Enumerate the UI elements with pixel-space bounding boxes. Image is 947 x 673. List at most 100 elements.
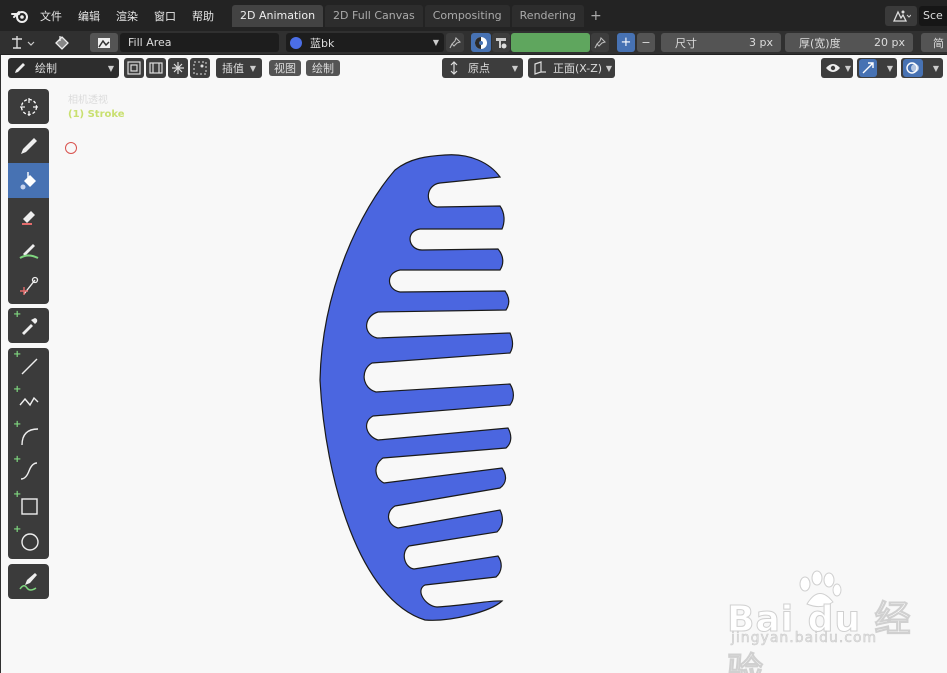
workspace-tabs: 2D Animation 2D Full Canvas Compositing … [232, 4, 606, 27]
menu-file[interactable]: 文件 [32, 8, 70, 24]
top-menu-bar: 文件 编辑 渲染 窗口 帮助 2D Animation 2D Full Canv… [0, 0, 947, 31]
chevron-down-icon: ▼ [432, 38, 439, 47]
interpolate-label: 插值 [222, 62, 244, 75]
scene-icon [892, 10, 911, 22]
brush-cursor-circle [65, 142, 77, 154]
brush-name-field[interactable]: Fill Area [120, 33, 279, 52]
chevron-down-icon: ▼ [844, 63, 851, 73]
vertex-color-swatch[interactable] [511, 33, 590, 52]
eye-icon [826, 64, 840, 72]
overflow-field[interactable]: 简 [921, 33, 947, 52]
scene-selector-button[interactable] [885, 6, 917, 26]
plus-icon: + [13, 349, 22, 360]
viewport-header: 绘制 ▼ 插值 ▼ 视图 绘制 原点 ▼ 正面(X-Z) ▼ ▼ ▼ ▼ [0, 56, 947, 80]
toolbar-group-shapes: + + + + + + [8, 348, 49, 559]
plus-icon: + [13, 384, 22, 395]
toolbar-group-annotate [8, 564, 49, 599]
tool-polyline[interactable]: + [8, 383, 49, 418]
eraser-icon [21, 210, 35, 225]
material-name: 蓝bk [310, 36, 335, 50]
tool-curve[interactable]: + [8, 453, 49, 488]
tool-box[interactable]: + [8, 488, 49, 523]
chevron-down-icon: ▼ [511, 63, 518, 73]
fill-bucket-icon[interactable] [50, 33, 76, 52]
plus-icon: + [13, 524, 22, 535]
chevron-down-icon: ▼ [249, 63, 256, 73]
tint-brush-icon [18, 243, 38, 259]
menu-window[interactable]: 窗口 [146, 8, 184, 24]
pencil-icon [15, 63, 25, 73]
cursor-target-icon [19, 97, 38, 116]
annotate-icon [18, 572, 37, 591]
tool-erase[interactable] [8, 198, 49, 233]
tool-circle[interactable]: + [8, 523, 49, 558]
visibility-menu[interactable]: ▼ [821, 58, 853, 78]
tool-fill[interactable] [8, 163, 49, 198]
drawing-plane-icon [534, 61, 546, 75]
selection-dots-icon[interactable] [190, 58, 210, 78]
tool-line[interactable]: + [8, 348, 49, 383]
tool-cutter[interactable] [8, 268, 49, 303]
chevron-down-icon: ▼ [605, 63, 612, 73]
tool-settings-header: Fill Area 蓝bk ▼ + − 尺寸 3 px 厚(宽)度 20 px … [0, 31, 947, 55]
viewport-left-border [0, 31, 1, 673]
camera-view-label: 相机透视 [68, 95, 108, 106]
gizmo-icon [859, 59, 877, 77]
pin-material-icon[interactable] [446, 33, 464, 52]
tab-2d-animation[interactable]: 2D Animation [232, 4, 324, 27]
brush-preview-icon[interactable] [90, 33, 118, 52]
add-workspace-button[interactable]: + [586, 5, 606, 27]
menu-render[interactable]: 渲染 [108, 8, 146, 24]
plus-icon: + [13, 489, 22, 500]
plus-icon: + [13, 454, 22, 465]
tool-cursor[interactable] [8, 89, 49, 124]
thickness-field[interactable]: 厚(宽)度 20 px [785, 33, 913, 52]
overlay-icon [903, 59, 923, 77]
tool-eyedropper[interactable]: + [8, 308, 49, 343]
filled-comb-shape[interactable] [319, 154, 514, 621]
tab-compositing[interactable]: Compositing [424, 4, 510, 27]
size-value: 3 px [749, 36, 773, 49]
autokey-icon[interactable] [146, 58, 166, 78]
thickness-value: 20 px [874, 36, 905, 49]
orientation-label: 正面(X-Z) [553, 62, 603, 75]
snowflake-icon[interactable] [168, 58, 188, 78]
interpolate-menu[interactable]: 插值 ▼ [216, 58, 262, 78]
editor-type-button[interactable] [8, 33, 40, 52]
material-selector[interactable]: 蓝bk ▼ [286, 33, 444, 52]
remove-slot-button[interactable]: − [637, 33, 655, 52]
menu-edit[interactable]: 编辑 [70, 8, 108, 24]
pin-color-icon[interactable] [591, 33, 609, 52]
draw-menu[interactable]: 绘制 [306, 60, 340, 76]
color-mode-vertex-icon[interactable] [492, 33, 510, 52]
tab-rendering[interactable]: Rendering [511, 4, 584, 27]
size-label: 尺寸 [675, 36, 697, 50]
scene-name-field[interactable]: Sce [919, 6, 947, 26]
tab-2d-full-canvas[interactable]: 2D Full Canvas [325, 4, 423, 27]
gizmo-menu[interactable]: ▼ [857, 58, 897, 78]
tool-draw[interactable] [8, 128, 49, 163]
view-menu[interactable]: 视图 [269, 60, 301, 76]
color-mode-material-icon[interactable] [471, 33, 491, 52]
toolbar-group-cursor [8, 89, 49, 124]
fill-bucket-icon [20, 171, 36, 189]
pencil-icon [20, 137, 37, 154]
pivot-point-icon [450, 61, 458, 75]
pivot-selector[interactable]: 原点 ▼ [442, 58, 523, 78]
tool-annotate[interactable] [8, 564, 49, 599]
chevron-down-icon: ▼ [932, 63, 939, 73]
material-color-dot [290, 36, 302, 49]
tool-tint[interactable] [8, 233, 49, 268]
mode-selector[interactable]: 绘制 ▼ [8, 58, 119, 78]
chevron-down-icon: ▼ [107, 63, 114, 73]
tool-arc[interactable]: + [8, 418, 49, 453]
add-slot-button[interactable]: + [617, 33, 635, 52]
multiframe-icon[interactable] [124, 58, 144, 78]
plus-icon: + [13, 309, 22, 320]
size-field[interactable]: 尺寸 3 px [661, 33, 781, 52]
overlay-menu[interactable]: ▼ [901, 58, 943, 78]
blender-logo-icon[interactable] [8, 6, 32, 26]
orientation-selector[interactable]: 正面(X-Z) ▼ [528, 58, 615, 78]
toolbar-group-draw [8, 128, 49, 304]
menu-help[interactable]: 帮助 [184, 8, 222, 24]
